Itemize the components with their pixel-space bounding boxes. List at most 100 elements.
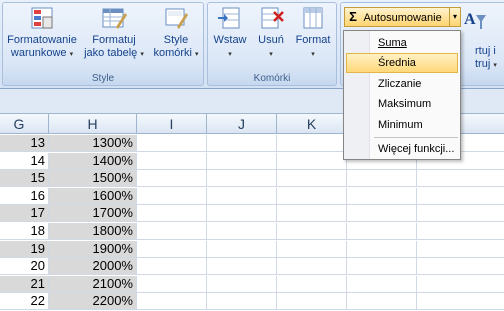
menu-item-max-label: Maksimum: [378, 98, 432, 110]
empty-cell[interactable]: [207, 293, 277, 311]
empty-cell[interactable]: [277, 135, 347, 152]
empty-cell[interactable]: [417, 205, 504, 223]
empty-cell[interactable]: [207, 223, 277, 240]
delete-button[interactable]: Usuń ▾: [254, 5, 288, 61]
empty-cell[interactable]: [277, 187, 347, 205]
empty-cell[interactable]: [277, 240, 347, 258]
format-button[interactable]: Format ▾: [292, 5, 334, 61]
empty-cell[interactable]: [277, 205, 347, 223]
empty-cell[interactable]: [347, 170, 417, 188]
format-as-table-button[interactable]: Formatuj jako tabelę ▾: [81, 5, 147, 61]
empty-cell[interactable]: [137, 223, 207, 240]
format-label: Format: [295, 34, 331, 46]
empty-cell[interactable]: [347, 205, 417, 223]
empty-cell[interactable]: [137, 205, 207, 223]
cell-h[interactable]: 2000%: [49, 258, 137, 276]
empty-cell[interactable]: [137, 135, 207, 152]
empty-cell[interactable]: [417, 293, 504, 311]
empty-cell[interactable]: [137, 152, 207, 170]
empty-cell[interactable]: [207, 152, 277, 170]
empty-cell[interactable]: [207, 187, 277, 205]
column-header-k[interactable]: K: [277, 114, 347, 134]
cell-styles-button[interactable]: Style komórki ▾: [149, 5, 203, 61]
empty-cell[interactable]: [137, 170, 207, 188]
column-header-g[interactable]: G: [0, 114, 49, 134]
style-group: Formatowanie warunkowe ▾ Formatuj jako t…: [2, 2, 204, 86]
empty-cell[interactable]: [137, 187, 207, 205]
conditional-formatting-button[interactable]: Formatowanie warunkowe ▾: [7, 5, 77, 61]
cell-g[interactable]: 18: [0, 223, 49, 240]
insert-label: Wstaw: [213, 34, 247, 46]
empty-cell[interactable]: [347, 258, 417, 276]
style-group-label: Style: [91, 73, 115, 84]
autosum-label: Autosumowanie: [363, 12, 442, 24]
menu-item-max[interactable]: Maksimum: [346, 94, 458, 114]
cell-h[interactable]: 1600%: [49, 187, 137, 205]
cell-h[interactable]: 1900%: [49, 240, 137, 258]
empty-cell[interactable]: [347, 275, 417, 293]
menu-item-average[interactable]: Średnia: [346, 53, 458, 73]
empty-cell[interactable]: [277, 293, 347, 311]
empty-cell[interactable]: [277, 170, 347, 188]
conditional-formatting-icon: [29, 5, 55, 31]
autosum-button[interactable]: Σ Autosumowanie ▾: [344, 7, 461, 27]
cell-h[interactable]: 1400%: [49, 152, 137, 170]
menu-item-count-label: Zliczanie: [378, 78, 422, 90]
sort-filter-label-1: rtuj i: [475, 45, 496, 57]
empty-cell[interactable]: [277, 152, 347, 170]
cell-g[interactable]: 19: [0, 240, 49, 258]
empty-cell[interactable]: [137, 240, 207, 258]
cell-h[interactable]: 2100%: [49, 275, 137, 293]
menu-item-more-functions[interactable]: Więcej funkcji...: [346, 139, 458, 159]
cell-g[interactable]: 17: [0, 205, 49, 223]
empty-cell[interactable]: [207, 135, 277, 152]
cell-h[interactable]: 1800%: [49, 223, 137, 240]
insert-cells-icon: [217, 5, 243, 31]
cell-h[interactable]: 1500%: [49, 170, 137, 188]
cell-h[interactable]: 1300%: [49, 135, 137, 152]
sort-filter-label[interactable]: rtuj i truj ▾: [475, 45, 497, 72]
empty-cell[interactable]: [137, 293, 207, 311]
empty-cell[interactable]: [207, 275, 277, 293]
sort-filter-icon[interactable]: A: [462, 7, 488, 33]
empty-cell[interactable]: [277, 275, 347, 293]
empty-cell[interactable]: [417, 258, 504, 276]
menu-item-min[interactable]: Minimum: [346, 115, 458, 135]
empty-cell[interactable]: [207, 240, 277, 258]
autosum-dropdown-arrow[interactable]: ▾: [449, 8, 460, 26]
cell-h[interactable]: 2200%: [49, 293, 137, 311]
conditional-formatting-label-2: warunkowe: [10, 47, 67, 59]
cell-g[interactable]: 13: [0, 135, 49, 152]
empty-cell[interactable]: [417, 170, 504, 188]
column-header-i[interactable]: I: [137, 114, 207, 134]
menu-item-more-functions-label: Więcej funkcji...: [378, 143, 455, 155]
empty-cell[interactable]: [277, 258, 347, 276]
cell-g[interactable]: 16: [0, 187, 49, 205]
column-header-h[interactable]: H: [49, 114, 137, 134]
cell-g[interactable]: 22: [0, 293, 49, 311]
empty-cell[interactable]: [207, 258, 277, 276]
empty-cell[interactable]: [207, 205, 277, 223]
empty-cell[interactable]: [137, 275, 207, 293]
cell-g[interactable]: 15: [0, 170, 49, 188]
menu-item-sum[interactable]: Suma: [346, 33, 458, 53]
svg-text:A: A: [464, 11, 476, 28]
cell-g[interactable]: 20: [0, 258, 49, 276]
insert-button[interactable]: Wstaw ▾: [212, 5, 248, 61]
empty-cell[interactable]: [417, 188, 504, 205]
empty-cell[interactable]: [417, 223, 504, 240]
empty-cell[interactable]: [417, 241, 504, 258]
menu-item-count[interactable]: Zliczanie: [346, 74, 458, 94]
cell-g[interactable]: 14: [0, 152, 49, 170]
empty-cell[interactable]: [347, 293, 417, 311]
empty-cell[interactable]: [277, 223, 347, 240]
empty-cell[interactable]: [347, 240, 417, 258]
empty-cell[interactable]: [347, 187, 417, 205]
column-header-j[interactable]: J: [207, 114, 277, 134]
empty-cell[interactable]: [417, 276, 504, 293]
empty-cell[interactable]: [137, 258, 207, 276]
empty-cell[interactable]: [347, 223, 417, 240]
cell-g[interactable]: 21: [0, 275, 49, 293]
cell-h[interactable]: 1700%: [49, 205, 137, 223]
empty-cell[interactable]: [207, 170, 277, 188]
